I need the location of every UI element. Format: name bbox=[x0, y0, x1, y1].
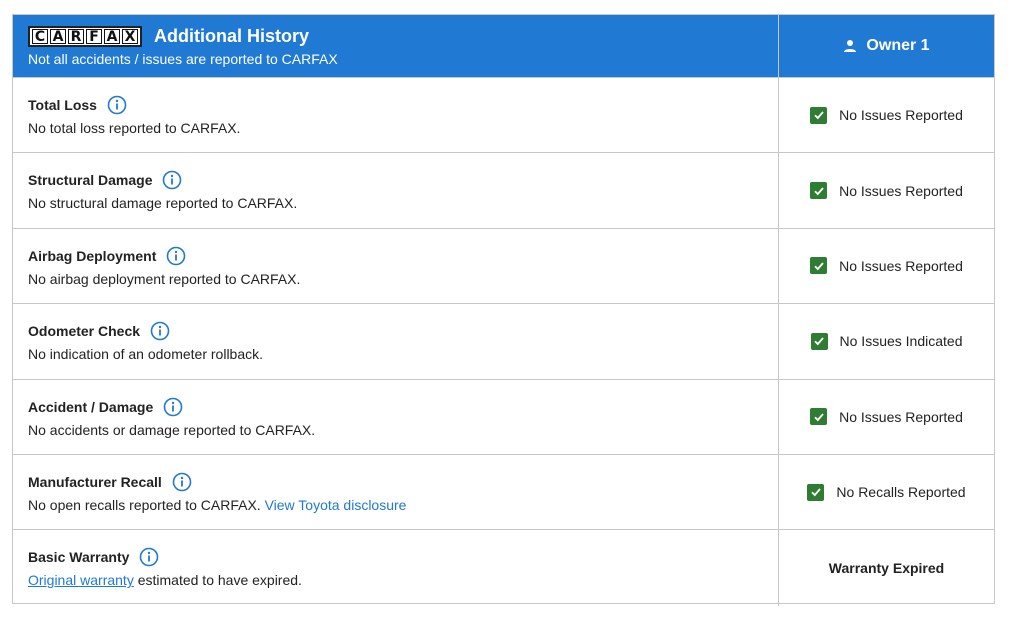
row-title: Accident / Damage bbox=[28, 398, 154, 415]
info-circle-icon[interactable] bbox=[139, 547, 159, 567]
checkmark-icon bbox=[810, 106, 828, 124]
status-text: No Issues Reported bbox=[839, 408, 963, 425]
status-text: Warranty Expired bbox=[828, 560, 945, 577]
row-description: Original warranty estimated to have expi… bbox=[28, 572, 302, 589]
history-row-basic-warranty: Basic Warranty Original warranty estimat… bbox=[13, 530, 994, 606]
owner-label: Owner 1 bbox=[866, 37, 930, 54]
status-text: No Issues Indicated bbox=[839, 333, 963, 350]
row-title: Basic Warranty bbox=[28, 549, 130, 566]
info-circle-icon[interactable] bbox=[150, 321, 170, 341]
additional-history-card: C A R F A X Additional History Not all a… bbox=[12, 14, 995, 606]
row-status: No Issues Reported bbox=[779, 229, 994, 303]
owner-column-header: Owner 1 bbox=[779, 15, 994, 77]
checkmark-icon bbox=[807, 483, 825, 501]
status-text: No Issues Reported bbox=[839, 257, 963, 274]
history-row-total-loss: Total Loss No total loss reported to CAR… bbox=[13, 78, 994, 154]
section-title: Additional History bbox=[154, 25, 310, 46]
info-circle-icon[interactable] bbox=[172, 472, 192, 492]
header-left: C A R F A X Additional History Not all a… bbox=[13, 15, 779, 77]
history-row-odometer-check: Odometer Check No indication of an odome… bbox=[13, 304, 994, 380]
section-subtitle: Not all accidents / issues are reported … bbox=[28, 51, 338, 67]
status-text: No Issues Reported bbox=[839, 107, 963, 124]
info-circle-icon[interactable] bbox=[166, 246, 186, 266]
row-description: No airbag deployment reported to CARFAX. bbox=[28, 270, 301, 287]
carfax-logo: C A R F A X bbox=[28, 25, 142, 47]
info-circle-icon[interactable] bbox=[163, 397, 183, 417]
info-circle-icon[interactable] bbox=[107, 95, 127, 115]
row-description: No accidents or damage reported to CARFA… bbox=[28, 421, 316, 438]
row-title: Structural Damage bbox=[28, 172, 153, 189]
checkmark-icon bbox=[810, 182, 828, 200]
row-title: Manufacturer Recall bbox=[28, 473, 162, 490]
row-title: Airbag Deployment bbox=[28, 247, 157, 264]
row-status: No Issues Indicated bbox=[779, 304, 994, 378]
history-row-structural-damage: Structural Damage No structural damage r… bbox=[13, 153, 994, 229]
row-description: No total loss reported to CARFAX. bbox=[28, 120, 241, 136]
row-description: No open recalls reported to CARFAX. View… bbox=[28, 496, 407, 513]
person-icon bbox=[844, 40, 857, 52]
row-description: No indication of an odometer rollback. bbox=[28, 346, 264, 363]
history-row-accident-damage: Accident / Damage No accidents or damage… bbox=[13, 379, 994, 455]
row-title: Odometer Check bbox=[28, 323, 141, 340]
toyota-disclosure-link[interactable]: View Toyota disclosure bbox=[265, 497, 407, 513]
checkmark-icon bbox=[810, 408, 828, 426]
row-description: No structural damage reported to CARFAX. bbox=[28, 195, 298, 212]
info-circle-icon[interactable] bbox=[162, 170, 182, 190]
history-row-manufacturer-recall: Manufacturer Recall No open recalls repo… bbox=[13, 454, 994, 531]
row-status: No Recalls Reported bbox=[779, 455, 994, 529]
original-warranty-link[interactable]: Original warranty bbox=[28, 572, 134, 588]
status-text: No Issues Reported bbox=[839, 182, 963, 199]
table-header: C A R F A X Additional History Not all a… bbox=[13, 15, 994, 78]
row-status: No Issues Reported bbox=[779, 380, 994, 454]
checkmark-icon bbox=[810, 257, 828, 275]
row-status: No Issues Reported bbox=[779, 153, 994, 227]
row-status: No Issues Reported bbox=[779, 78, 994, 152]
row-title: Total Loss bbox=[28, 97, 97, 113]
history-row-airbag-deployment: Airbag Deployment No airbag deployment r… bbox=[13, 228, 994, 305]
checkmark-icon bbox=[810, 332, 828, 350]
status-text: No Recalls Reported bbox=[836, 484, 966, 501]
row-status: Warranty Expired bbox=[779, 530, 994, 605]
